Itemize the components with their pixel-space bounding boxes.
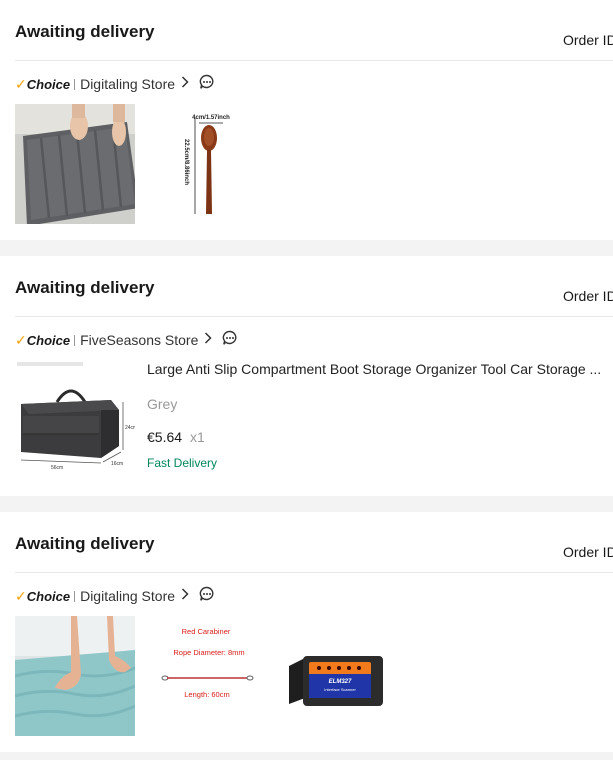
chevron-right-icon[interactable] (204, 331, 212, 349)
store-name-link[interactable]: Digitaling Store (80, 588, 175, 604)
store-name-link[interactable]: Digitaling Store (80, 76, 175, 92)
chat-icon[interactable] (199, 586, 215, 607)
product-image-aqua-bath-mat[interactable] (15, 616, 135, 736)
scanner-sublabel: Interface Scanner (324, 687, 356, 692)
dimension-length-label: 56cm (51, 465, 63, 471)
store-row: ✓ Choice FiveSeasons Store (15, 330, 238, 350)
rope-line2-label: Rope Diameter: 8mm (173, 648, 244, 657)
dimension-depth-label: 16cm (111, 461, 123, 467)
chat-icon[interactable] (222, 330, 238, 351)
product-image-wooden-spoon[interactable]: 4cm/1.57inch 22.5cm/8.86inch (147, 104, 267, 224)
order-card: Awaiting delivery Order ID ✓ Choice Digi… (0, 0, 613, 240)
choice-label: Choice (26, 332, 71, 348)
choice-badge: ✓ Choice (15, 588, 70, 605)
chat-icon[interactable] (199, 74, 215, 95)
product-variant: Grey (147, 396, 178, 412)
product-image-red-carabiner-rope[interactable]: Red Carabiner Rope Diameter: 8mm Length:… (147, 616, 267, 736)
product-price: €5.64 (147, 429, 183, 445)
separator (74, 78, 76, 90)
store-name-link[interactable]: FiveSeasons Store (80, 332, 198, 348)
divider (15, 572, 613, 573)
check-icon: ✓ (15, 331, 27, 348)
product-image-obd2-scanner[interactable]: ELM327 Interface Scanner (279, 616, 399, 736)
product-title[interactable]: Large Anti Slip Compartment Boot Storage… (147, 361, 613, 377)
choice-label: Choice (26, 588, 71, 604)
order-status: Awaiting delivery (15, 278, 155, 297)
spoon-width-label: 4cm/1.57inch (192, 115, 230, 121)
product-price-row: €5.64 x1 (147, 429, 205, 445)
order-status: Awaiting delivery (15, 534, 155, 553)
order-status: Awaiting delivery (15, 22, 155, 41)
separator (74, 590, 76, 602)
choice-badge: ✓ Choice (15, 332, 70, 349)
rope-line3-label: Length: 60cm (184, 690, 229, 699)
order-card: Awaiting delivery Order ID ✓ Choice Digi… (0, 512, 613, 752)
rope-line1-label: Red Carabiner (182, 627, 231, 636)
check-icon: ✓ (15, 75, 27, 92)
scanner-label: ELM327 (329, 679, 352, 685)
store-row: ✓ Choice Digitaling Store (15, 74, 215, 94)
order-id-label: Order ID (563, 288, 613, 304)
spoon-height-label: 22.5cm/8.86inch (183, 139, 189, 185)
shipping-badge: Fast Delivery (147, 456, 218, 470)
choice-badge: ✓ Choice (15, 76, 70, 93)
product-image-car-storage-organizer[interactable]: 24cm 56cm 16cm (15, 360, 135, 480)
order-id-label: Order ID (563, 32, 613, 48)
order-id-label: Order ID (563, 544, 613, 560)
separator (74, 334, 76, 346)
product-quantity: x1 (190, 429, 205, 445)
choice-label: Choice (26, 76, 71, 92)
divider (15, 316, 613, 317)
product-image-gray-bath-mat[interactable] (15, 104, 135, 224)
chevron-right-icon[interactable] (181, 75, 189, 93)
order-card: Awaiting delivery Order ID ✓ Choice Five… (0, 256, 613, 496)
dimension-height-label: 24cm (125, 425, 135, 431)
check-icon: ✓ (15, 587, 27, 604)
divider (15, 60, 613, 61)
store-row: ✓ Choice Digitaling Store (15, 586, 215, 606)
chevron-right-icon[interactable] (181, 587, 189, 605)
